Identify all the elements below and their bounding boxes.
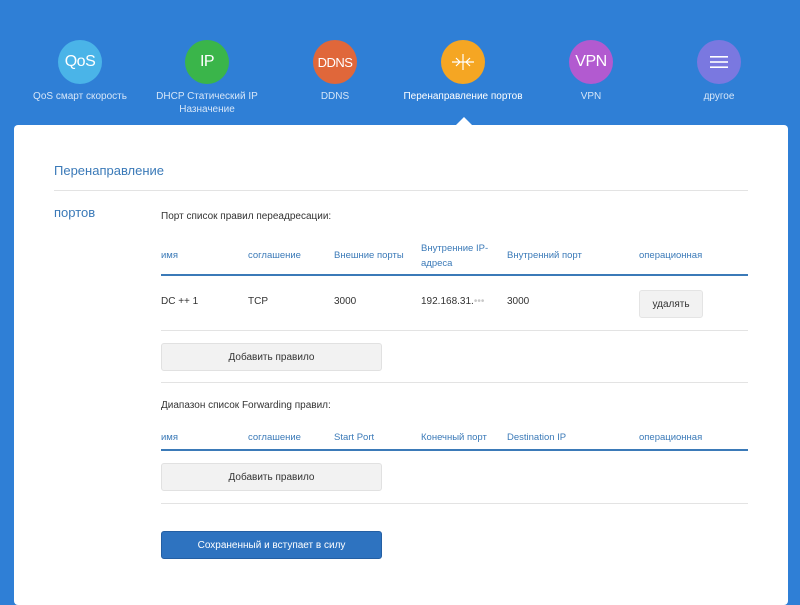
nav-item-dhcp[interactable]: IP DHCP Статический IP Назначение [137, 40, 277, 116]
col-header-name: имя [161, 250, 178, 261]
vpn-icon: VPN [569, 40, 613, 84]
internal-ip-value: 192.168.31. [421, 296, 474, 307]
rules-caption: Порт список правил переадресации: [161, 211, 332, 222]
divider [161, 503, 748, 504]
cell-external-port: 3000 [334, 296, 357, 307]
divider [54, 190, 748, 191]
main-panel: Перенаправление портов Порт список прави… [14, 125, 788, 605]
cell-internal-ip: 192.168.31.••• [421, 296, 484, 307]
nav-label: DDNS [320, 91, 350, 102]
col-header-operation: операционная [639, 250, 703, 261]
save-apply-button[interactable]: Сохраненный и вступает в силу [161, 531, 382, 559]
range-table-header: имя соглашение Start Port Конечный порт … [161, 427, 748, 451]
col-header-destination-ip: Destination IP [507, 432, 567, 443]
nav-label: VPN [580, 91, 602, 102]
nav-item-qos[interactable]: QoS QoS смарт скорость [10, 40, 150, 103]
col-header-end-port: Конечный порт [421, 432, 487, 443]
nav-label: QoS смарт скорость [33, 91, 127, 102]
section-title: Перенаправление [54, 163, 165, 178]
rules-table-header: имя соглашение Внешние порты Внутренние … [161, 240, 748, 276]
port-forward-icon [441, 40, 485, 84]
nav-label: Перенаправление портов [403, 91, 523, 102]
active-tab-pointer [456, 117, 472, 125]
add-rule-button[interactable]: Добавить правило [161, 343, 382, 371]
top-navigation: QoS QoS смарт скорость IP DHCP Статическ… [0, 0, 800, 125]
ddns-icon: DDNS [313, 40, 357, 84]
delete-rule-button[interactable]: удалять [639, 290, 703, 318]
nav-label: DHCP Статический IP Назначение [156, 91, 258, 115]
ip-icon: IP [185, 40, 229, 84]
cell-name: DC ++ 1 [161, 296, 199, 307]
col-header-external-ports: Внешние порты [334, 250, 404, 261]
nav-item-port-forwarding[interactable]: Перенаправление портов [393, 40, 533, 103]
col-header-operation: операционная [639, 432, 703, 443]
nav-item-other[interactable]: другое [649, 40, 789, 103]
nav-item-ddns[interactable]: DDNS DDNS [265, 40, 405, 103]
col-header-internal-ip: Внутренние IP-адреса [421, 243, 489, 269]
menu-icon [697, 40, 741, 84]
cell-internal-port: 3000 [507, 296, 530, 307]
col-header-protocol: соглашение [248, 432, 301, 443]
col-header-protocol: соглашение [248, 250, 301, 261]
internal-ip-blurred: ••• [473, 296, 485, 307]
divider [161, 382, 748, 383]
add-range-rule-button[interactable]: Добавить правило [161, 463, 382, 491]
col-header-internal-port: Внутренний порт [507, 250, 582, 261]
nav-item-vpn[interactable]: VPN VPN [521, 40, 661, 103]
cell-protocol: TCP [248, 296, 268, 307]
range-rules-caption: Диапазон список Forwarding правил: [161, 400, 331, 411]
col-header-name: имя [161, 432, 178, 443]
nav-label: другое [703, 91, 735, 102]
table-row: DC ++ 1 TCP 3000 192.168.31.••• 3000 уда… [161, 276, 748, 331]
col-header-start-port: Start Port [334, 432, 375, 443]
section-title-line2: портов [54, 205, 96, 220]
qos-icon: QoS [58, 40, 102, 84]
